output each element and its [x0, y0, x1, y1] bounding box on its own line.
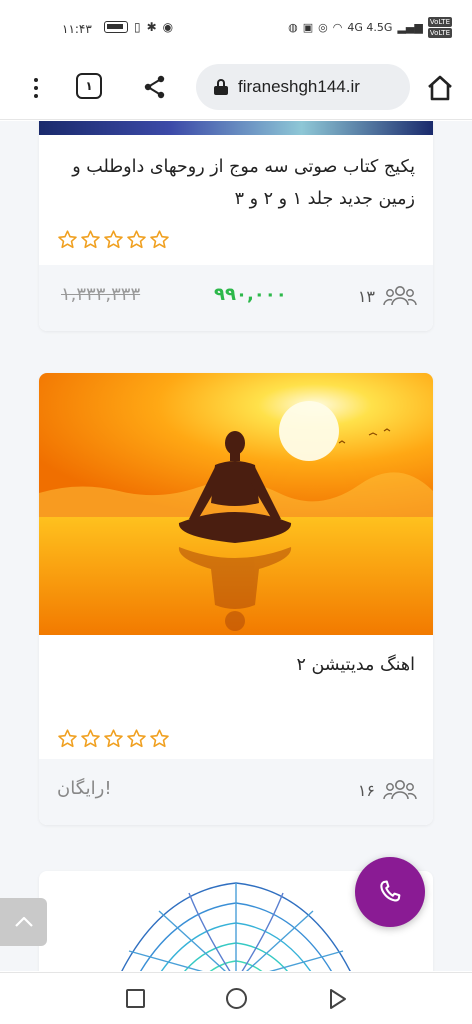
- product-card[interactable]: اهنگ مدیتیشن ۲ رایگان! ۱۶: [39, 373, 433, 825]
- rating-stars: [57, 229, 170, 250]
- scroll-top-button[interactable]: [0, 898, 47, 946]
- status-time: ۱۱:۴۳: [62, 22, 92, 36]
- wifi-icon: ◠: [332, 21, 343, 34]
- page-content: پکیج کتاب صوتی سه موج از روحهای داوطلب و…: [0, 121, 472, 971]
- volte-badge: VoLTE: [427, 17, 452, 27]
- status-left-icons: ▯ ✱ ◉: [104, 20, 173, 34]
- call-button[interactable]: [355, 857, 425, 927]
- product-image: [39, 121, 433, 135]
- address-bar[interactable]: firaneshgh144.ir: [196, 64, 410, 110]
- share-icon[interactable]: [142, 74, 168, 100]
- notification-icon: ▣: [302, 21, 314, 34]
- recent-apps-button[interactable]: [126, 989, 145, 1008]
- card-footer: ۱,۳۳۳,۳۳۳ ۹۹۰,۰۰۰ ۱۳: [39, 265, 433, 331]
- star-icon: [150, 729, 169, 748]
- eye-icon: ◉: [162, 20, 174, 34]
- tab-switcher-button[interactable]: ۱: [76, 73, 102, 99]
- vibrate-icon: ▯: [134, 20, 141, 34]
- lock-icon: [214, 79, 228, 95]
- current-price: ۹۹۰,۰۰۰: [214, 284, 287, 305]
- home-button[interactable]: [226, 988, 247, 1009]
- signal-icon: ▂▄▆: [397, 21, 423, 34]
- card-footer: رایگان! ۱۶: [39, 759, 433, 825]
- status-bar: ۱۱:۴۳ ▯ ✱ ◉ ◍ ▣ ◎ ◠ 4G 4.5G ▂▄▆ VoLTE Vo…: [0, 0, 472, 56]
- home-icon[interactable]: [426, 74, 454, 102]
- whatsapp-icon: ◍: [288, 21, 298, 34]
- phone-icon: [380, 880, 401, 902]
- product-title[interactable]: پکیج کتاب صوتی سه موج از روحهای داوطلب و…: [57, 151, 415, 215]
- tab-count: ۱: [85, 79, 93, 93]
- students-count: ۱۳: [358, 285, 417, 307]
- users-icon: [383, 780, 417, 800]
- rating-stars: [57, 728, 170, 749]
- product-image[interactable]: [39, 373, 433, 635]
- menu-icon[interactable]: [26, 74, 46, 102]
- star-icon: [58, 729, 77, 748]
- free-price: رایگان!: [57, 778, 112, 799]
- star-icon: [81, 729, 100, 748]
- star-icon: [81, 230, 100, 249]
- url-text: firaneshgh144.ir: [238, 77, 360, 96]
- back-icon[interactable]: [326, 988, 348, 1010]
- users-icon: [383, 286, 417, 306]
- star-icon: [127, 729, 146, 748]
- star-icon: [104, 230, 123, 249]
- product-title[interactable]: اهنگ مدیتیشن ۲: [57, 649, 416, 681]
- system-nav-bar: [0, 972, 472, 1024]
- chevron-up-icon: [14, 916, 33, 927]
- battery-icon: [104, 21, 128, 33]
- bluetooth-icon: ✱: [146, 20, 157, 34]
- volte-badge: VoLTE: [427, 28, 452, 38]
- app-icon: ◎: [318, 21, 328, 34]
- students-count: ۱۶: [358, 779, 417, 801]
- old-price: ۱,۳۳۳,۳۳۳: [61, 284, 141, 305]
- volte-badges: VoLTE VoLTE: [427, 17, 452, 38]
- star-icon: [104, 729, 123, 748]
- star-icon: [58, 230, 77, 249]
- star-icon: [127, 230, 146, 249]
- status-right-icons: ◍ ▣ ◎ ◠ 4G 4.5G ▂▄▆ VoLTE VoLTE: [288, 17, 452, 38]
- product-card[interactable]: پکیج کتاب صوتی سه موج از روحهای داوطلب و…: [39, 121, 433, 331]
- signal-text: 4G 4.5G: [347, 21, 393, 34]
- students-number: ۱۳: [357, 286, 375, 306]
- browser-toolbar: ۱ firaneshgh144.ir: [0, 56, 472, 120]
- star-icon: [150, 230, 169, 249]
- students-number: ۱۶: [357, 780, 375, 800]
